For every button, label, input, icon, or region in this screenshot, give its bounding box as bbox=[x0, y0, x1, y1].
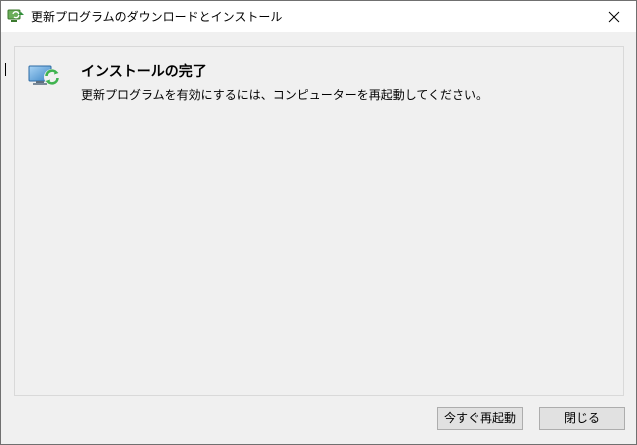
status-message: 更新プログラムを有効にするには、コンピューターを再起動してください。 bbox=[81, 88, 489, 102]
window-title: 更新プログラムのダウンロードとインストール bbox=[31, 10, 283, 24]
close-window-button[interactable] bbox=[591, 1, 636, 32]
update-complete-icon bbox=[28, 65, 60, 85]
status-heading: インストールの完了 bbox=[81, 64, 207, 80]
windows-update-icon bbox=[7, 9, 24, 22]
close-icon bbox=[608, 11, 619, 22]
restart-now-button[interactable]: 今すぐ再起動 bbox=[437, 407, 523, 430]
close-button[interactable]: 閉じる bbox=[539, 407, 625, 430]
update-dialog-window: 更新プログラムのダウンロードとインストール インストールの完了 更新プログラムを… bbox=[0, 0, 637, 445]
title-bar[interactable]: 更新プログラムのダウンロードとインストール bbox=[1, 1, 636, 32]
text-caret bbox=[5, 63, 6, 76]
